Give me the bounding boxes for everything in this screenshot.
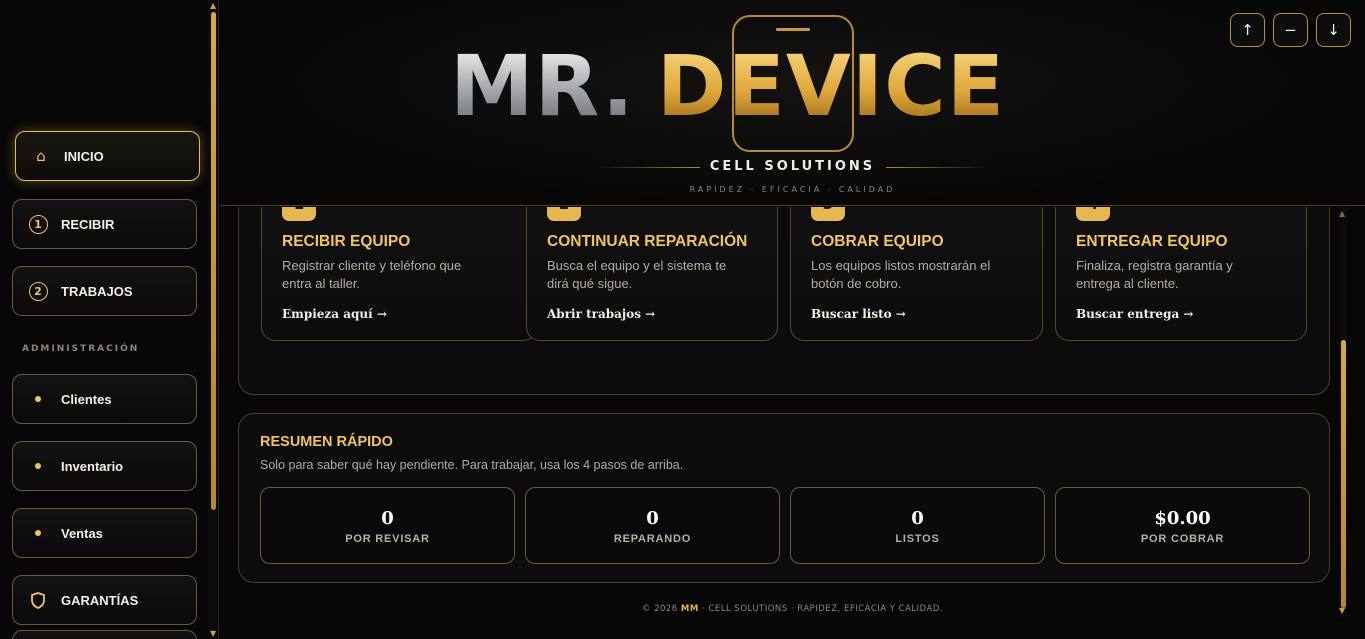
summary-subtitle: Solo para saber qué hay pendiente. Para … [260,458,684,472]
bullet-icon [27,455,49,477]
stat-card-listos[interactable]: 0 LISTOS [790,487,1045,564]
sidebar-item-recibir[interactable]: 1 RECIBIR [12,199,197,249]
stat-label: REPARANDO [613,533,692,545]
stat-card-por-revisar[interactable]: 0 POR REVISAR [260,487,515,564]
app-window: ⌂ INICIO 1 RECIBIR 2 TRABAJOS ADMINISTRA… [0,0,1365,639]
step-card-recibir[interactable]: 1 RECIBIR EQUIPO Registrar cliente y tel… [261,207,537,341]
scroll-down-arrow-icon[interactable]: ▼ [210,630,216,638]
circled-one-icon: 1 [27,213,49,235]
summary-panel: RESUMEN RÁPIDO Solo para saber qué hay p… [238,413,1330,583]
footer-text: · CELL SOLUTIONS · RAPIDEZ, EFICACIA Y C… [698,604,944,614]
footer-prefix: © 2026 [641,604,681,614]
sidebar-item-label: GARANTÍAS [61,592,139,608]
step-description: Busca el equipo y el sistema te dirá qué… [547,258,727,291]
brand-logo: MR. DEVICE [450,37,1006,135]
stat-label: POR COBRAR [1140,533,1225,545]
circled-two-icon: 2 [27,280,49,302]
step-card-continuar[interactable]: 2 CONTINUAR REPARACIÓN Busca el equipo y… [526,207,778,341]
sidebar-item-inicio[interactable]: ⌂ INICIO [15,131,200,181]
brand-subtitle: CELL SOLUTIONS [709,159,876,174]
main-content: 1 RECIBIR EQUIPO Registrar cliente y tel… [220,207,1338,639]
step-card-cobrar[interactable]: 3 COBRAR EQUIPO Los equipos listos mostr… [790,207,1043,341]
sidebar-item-label: Clientes [61,391,112,407]
step-description: Registrar cliente y teléfono que entra a… [282,258,462,291]
bullet-icon [27,522,49,544]
step-link[interactable]: Buscar entrega → [1076,307,1193,321]
step-title: COBRAR EQUIPO [811,233,944,250]
home-icon: ⌂ [36,147,46,165]
steps-panel: 1 RECIBIR EQUIPO Registrar cliente y tel… [238,207,1330,395]
footer: © 2026 MM · CELL SOLUTIONS · RAPIDEZ, EF… [220,604,1338,614]
sidebar: ⌂ INICIO 1 RECIBIR 2 TRABAJOS ADMINISTRA… [0,0,208,639]
scroll-top-button[interactable]: ↑ [1230,13,1265,47]
step-number: 2 [547,207,581,221]
summary-title: RESUMEN RÁPIDO [260,434,393,450]
footer-brand: MM [680,604,699,614]
bullet-icon [27,388,49,410]
step-link[interactable]: Buscar listo → [811,307,906,321]
stat-value: $0.00 [1154,508,1211,529]
sidebar-item-label: RECIBIR [61,216,115,232]
step-description: Los equipos listos mostrarán el botón de… [811,258,991,291]
brand-tagline: RAPIDEZ · EFICACIA · CALIDAD [689,185,896,194]
step-link[interactable]: Abrir trabajos → [547,307,655,321]
sidebar-item-partial[interactable] [12,630,197,639]
sidebar-item-ventas[interactable]: Ventas [12,508,197,558]
step-number: 1 [282,207,316,221]
stat-label: POR REVISAR [345,533,430,545]
scroll-bottom-button[interactable]: ↓ [1316,13,1351,47]
header-banner: MR. DEVICE CELL SOLUTIONS RAPIDEZ · EFICA… [220,0,1365,206]
stat-card-por-cobrar[interactable]: $0.00 POR COBRAR [1055,487,1310,564]
sidebar-item-clientes[interactable]: Clientes [12,374,197,424]
sidebar-item-label: Inventario [61,458,124,474]
sidebar-item-label: INICIO [64,148,104,164]
sidebar-scrollbar-thumb[interactable] [211,12,216,510]
step-title: RECIBIR EQUIPO [282,233,411,250]
minimize-button[interactable]: − [1273,13,1308,47]
step-description: Finaliza, registra garantía y entrega al… [1076,258,1233,291]
shield-icon [27,589,49,611]
divider [886,167,990,168]
scroll-up-arrow-icon[interactable]: ▲ [1339,210,1345,218]
sidebar-item-garantias[interactable]: GARANTÍAS [12,575,197,625]
stat-card-reparando[interactable]: 0 REPARANDO [525,487,780,564]
step-number: 3 [811,207,845,221]
stat-value: 0 [381,508,394,529]
stat-label: LISTOS [895,533,940,545]
step-card-entregar[interactable]: 4 ENTREGAR EQUIPO Finaliza, registra gar… [1055,207,1307,341]
stat-value: 0 [646,508,659,529]
divider [596,167,700,168]
main-scrollbar-thumb[interactable] [1341,340,1346,608]
step-number: 4 [1076,207,1110,221]
sidebar-item-label: TRABAJOS [61,283,133,299]
sidebar-item-inventario[interactable]: Inventario [12,441,197,491]
sidebar-item-trabajos[interactable]: 2 TRABAJOS [12,266,197,316]
step-link[interactable]: Empieza aquí → [282,307,387,321]
step-title: CONTINUAR REPARACIÓN [547,233,748,250]
scroll-up-arrow-icon[interactable]: ▲ [210,2,216,10]
scroll-down-arrow-icon[interactable]: ▼ [1339,607,1345,615]
sidebar-section-title: ADMINISTRACIÓN [22,344,140,354]
stat-value: 0 [911,508,924,529]
step-title: ENTREGAR EQUIPO [1076,233,1228,250]
sidebar-item-label: Ventas [61,525,103,541]
